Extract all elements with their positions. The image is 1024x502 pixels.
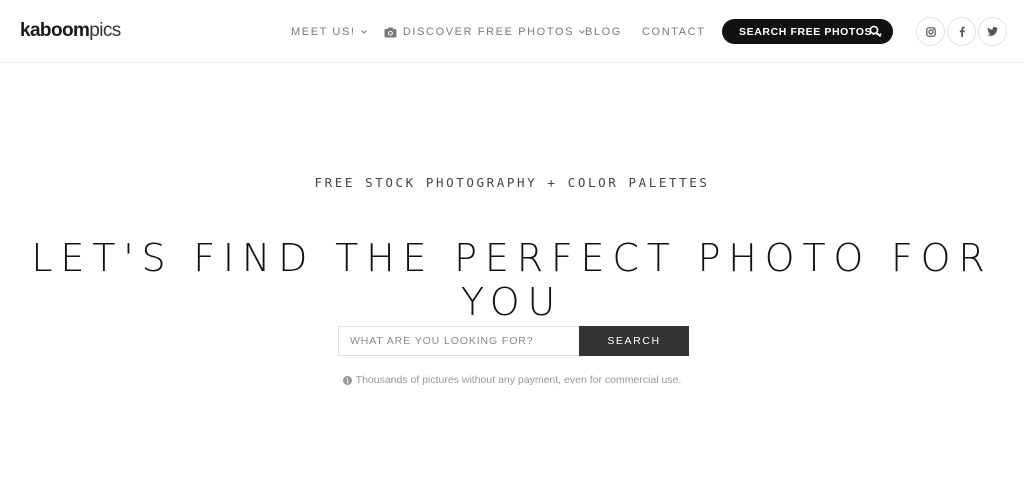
- hero-search-form: SEARCH: [338, 326, 689, 356]
- search-free-photos-button[interactable]: SEARCH FREE PHOTOS...: [722, 19, 893, 44]
- chevron-down-icon: [360, 30, 367, 34]
- main-nav: MEET US! DISCOVER FREE PHOTOS BLOG CONTA…: [291, 24, 722, 40]
- twitter-icon: [987, 27, 998, 36]
- instagram-button[interactable]: [916, 17, 945, 46]
- instagram-icon: [925, 26, 936, 37]
- site-header: kaboompics MEET US! DISCOVER FREE PHOTOS…: [0, 0, 1024, 63]
- nav-blog-label: BLOG: [585, 26, 622, 38]
- logo-bold: kaboom: [20, 20, 90, 41]
- search-button[interactable]: SEARCH: [579, 326, 689, 356]
- hero-note-text: Thousands of pictures without any paymen…: [355, 374, 682, 386]
- nav-meet-us-label: MEET US!: [291, 26, 356, 38]
- nav-discover-label: DISCOVER FREE PHOTOS: [402, 26, 575, 38]
- nav-blog[interactable]: BLOG: [585, 26, 642, 38]
- site-logo[interactable]: kaboompics: [20, 20, 121, 42]
- hero-headline: LET'S FIND THE PERFECT PHOTO FOR YOU: [31, 236, 993, 324]
- hero-note: Thousands of pictures without any paymen…: [0, 374, 1024, 386]
- camera-icon: [384, 27, 397, 37]
- nav-discover-free-photos[interactable]: DISCOVER FREE PHOTOS: [384, 26, 585, 38]
- nav-contact[interactable]: CONTACT: [642, 26, 722, 38]
- info-icon: [342, 375, 352, 385]
- facebook-button[interactable]: [947, 17, 976, 46]
- search-icon: [869, 25, 881, 37]
- logo-light: pics: [89, 20, 121, 41]
- facebook-icon: [959, 26, 965, 37]
- nav-meet-us[interactable]: MEET US!: [291, 26, 384, 38]
- nav-contact-label: CONTACT: [642, 26, 706, 38]
- hero-eyebrow: FREE STOCK PHOTOGRAPHY + COLOR PALETTES: [314, 175, 710, 190]
- twitter-button[interactable]: [978, 17, 1007, 46]
- search-input[interactable]: [338, 326, 579, 356]
- search-pill-label: SEARCH FREE PHOTOS...: [739, 25, 883, 38]
